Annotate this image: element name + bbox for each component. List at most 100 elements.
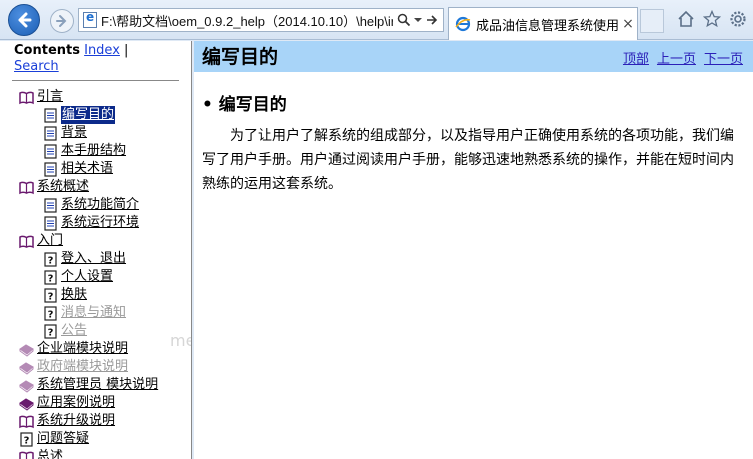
- tab-close-icon[interactable]: ×: [619, 16, 637, 32]
- tree-book-item[interactable]: 企业端模块说明: [0, 340, 191, 358]
- tree-book-item[interactable]: 应用案例说明: [0, 394, 191, 412]
- dropdown-icon[interactable]: [414, 16, 422, 24]
- tree-topic-item[interactable]: 本手册结构: [0, 142, 191, 160]
- tree-topic-item[interactable]: 背景: [0, 124, 191, 142]
- tree-item-label: 企业端模块说明: [37, 341, 129, 356]
- tree-book-item[interactable]: 引言: [0, 88, 191, 106]
- book-open-icon: [19, 414, 34, 429]
- help-content-pane: 编写目的 顶部 上一页 下一页 • 编写目的 为了让用户了解系统的组成部分，以及…: [194, 41, 753, 459]
- svg-text:?: ?: [48, 255, 54, 266]
- help-page-icon: ?: [43, 251, 58, 267]
- tree-book-item[interactable]: ? 问题答疑: [0, 430, 191, 448]
- tree-topic-item[interactable]: 系统运行环境: [0, 214, 191, 232]
- go-arrow-icon[interactable]: [425, 13, 439, 27]
- home-icon[interactable]: [677, 9, 695, 29]
- search-icon[interactable]: [397, 13, 411, 27]
- tree-item-label: 编写目的: [61, 106, 116, 124]
- tab-title: 成品油信息管理系统使用...: [476, 18, 619, 34]
- tree-topic-item[interactable]: 相关术语: [0, 160, 191, 178]
- tree-item-label: 系统功能简介: [61, 197, 140, 212]
- tree-topic-item[interactable]: ? 消息与通知: [0, 304, 191, 322]
- favorites-star-icon[interactable]: [703, 9, 721, 29]
- book-open-icon: [19, 234, 34, 249]
- page-title: 编写目的: [202, 46, 279, 68]
- tree-item-label: 个人设置: [61, 269, 114, 284]
- book-open-icon: [19, 450, 34, 459]
- tree-item-label: 系统升级说明: [37, 413, 116, 428]
- content-body: • 编写目的 为了让用户了解系统的组成部分，以及指导用户正确使用系统的各项功能，…: [194, 72, 753, 196]
- tree-item-label: 入门: [37, 233, 64, 248]
- book-open-icon: [19, 90, 34, 105]
- forward-arrow-icon: [56, 15, 67, 27]
- browser-toolbar: F:\帮助文档\oem_0.9.2_help（2014.10.10）\help\…: [0, 0, 753, 40]
- content-header: 编写目的 顶部 上一页 下一页: [194, 41, 753, 72]
- svg-text:?: ?: [24, 435, 30, 446]
- tree-item-label: 登入、退出: [61, 251, 127, 266]
- tree-item-label: 问题答疑: [37, 431, 90, 446]
- tree-item-label: 总述: [37, 449, 64, 459]
- tree-item-label: 系统管理员 模块说明: [37, 377, 159, 392]
- tree-book-item[interactable]: 系统升级说明: [0, 412, 191, 430]
- help-page-icon: ?: [43, 287, 58, 303]
- page-icon: [43, 125, 58, 141]
- index-tab-link[interactable]: Index: [84, 43, 120, 58]
- contents-tab[interactable]: Contents: [14, 43, 80, 58]
- tree-book-item[interactable]: 政府端模块说明: [0, 358, 191, 376]
- section-heading: • 编写目的: [202, 90, 745, 115]
- tree-topic-item[interactable]: ? 登入、退出: [0, 250, 191, 268]
- nav-separator: |: [124, 43, 129, 58]
- nav-tabs: Contents Index | Search: [0, 41, 191, 75]
- prev-page-link[interactable]: 上一页: [657, 48, 696, 67]
- tree-item-label: 换肤: [61, 287, 88, 302]
- intro-paragraph: 为了让用户了解系统的组成部分，以及指导用户正确使用系统的各项功能，我们编写了用户…: [202, 128, 734, 192]
- book-open-icon: [19, 180, 34, 195]
- svg-text:?: ?: [48, 327, 54, 338]
- page-icon: [83, 10, 97, 28]
- new-tab-button[interactable]: [640, 9, 664, 33]
- section-title: 编写目的: [218, 95, 287, 115]
- tree-item-label: 引言: [37, 89, 64, 104]
- tree-item-label: 应用案例说明: [37, 395, 116, 410]
- help-page-icon: ?: [43, 305, 58, 321]
- tree-item-label: 公告: [61, 323, 88, 338]
- page-icon: [43, 161, 58, 177]
- top-link[interactable]: 顶部: [623, 48, 649, 67]
- help-page-icon: ?: [19, 431, 34, 447]
- tree-book-item[interactable]: 系统概述: [0, 178, 191, 196]
- bullet: •: [202, 95, 213, 115]
- forward-button[interactable]: [50, 9, 74, 33]
- tree-item-label: 背景: [61, 125, 88, 140]
- book-closed-icon: [19, 396, 34, 411]
- help-page-icon: ?: [43, 269, 58, 285]
- search-tab-link[interactable]: Search: [14, 59, 59, 74]
- tree-topic-item[interactable]: ? 换肤: [0, 286, 191, 304]
- tree-topic-item[interactable]: 系统功能简介: [0, 196, 191, 214]
- tree-topic-item[interactable]: ? 个人设置: [0, 268, 191, 286]
- tree-topic-item[interactable]: 编写目的: [0, 106, 191, 124]
- tree-item-label: 系统概述: [37, 179, 90, 194]
- page-icon: [43, 197, 58, 213]
- book-closed-icon: [19, 360, 34, 375]
- back-button[interactable]: [8, 4, 40, 36]
- help-page-icon: ?: [43, 323, 58, 339]
- tree-item-label: 消息与通知: [61, 305, 127, 320]
- settings-gear-icon[interactable]: [729, 9, 747, 29]
- tree-item-label: 相关术语: [61, 161, 114, 176]
- contents-tree: 引言 编写目的 背景 本手册结构 相关术语 系统概述 系统功能简介 系统运行环境 入门? 登入、退…: [0, 81, 191, 459]
- book-closed-icon: [19, 378, 34, 393]
- tree-book-item[interactable]: 入门: [0, 232, 191, 250]
- page-icon: [43, 107, 58, 123]
- page-nav-links: 顶部 上一页 下一页: [623, 48, 743, 67]
- help-navigation-pane: Contents Index | Search 引言编写目的 背景本手册结构 相关术…: [0, 41, 192, 459]
- next-page-link[interactable]: 下一页: [704, 48, 743, 67]
- svg-text:?: ?: [48, 273, 54, 284]
- tree-topic-item[interactable]: ? 公告: [0, 322, 191, 340]
- tree-item-label: 系统运行环境: [61, 215, 140, 230]
- svg-text:?: ?: [48, 291, 54, 302]
- back-arrow-icon: [18, 12, 32, 28]
- tree-book-item[interactable]: 总述: [0, 448, 191, 459]
- address-text: F:\帮助文档\oem_0.9.2_help（2014.10.10）\help\…: [101, 13, 393, 29]
- browser-tab[interactable]: 成品油信息管理系统使用... ×: [448, 7, 638, 40]
- tree-book-item[interactable]: 系统管理员 模块说明: [0, 376, 191, 394]
- address-bar[interactable]: F:\帮助文档\oem_0.9.2_help（2014.10.10）\help\…: [78, 8, 444, 32]
